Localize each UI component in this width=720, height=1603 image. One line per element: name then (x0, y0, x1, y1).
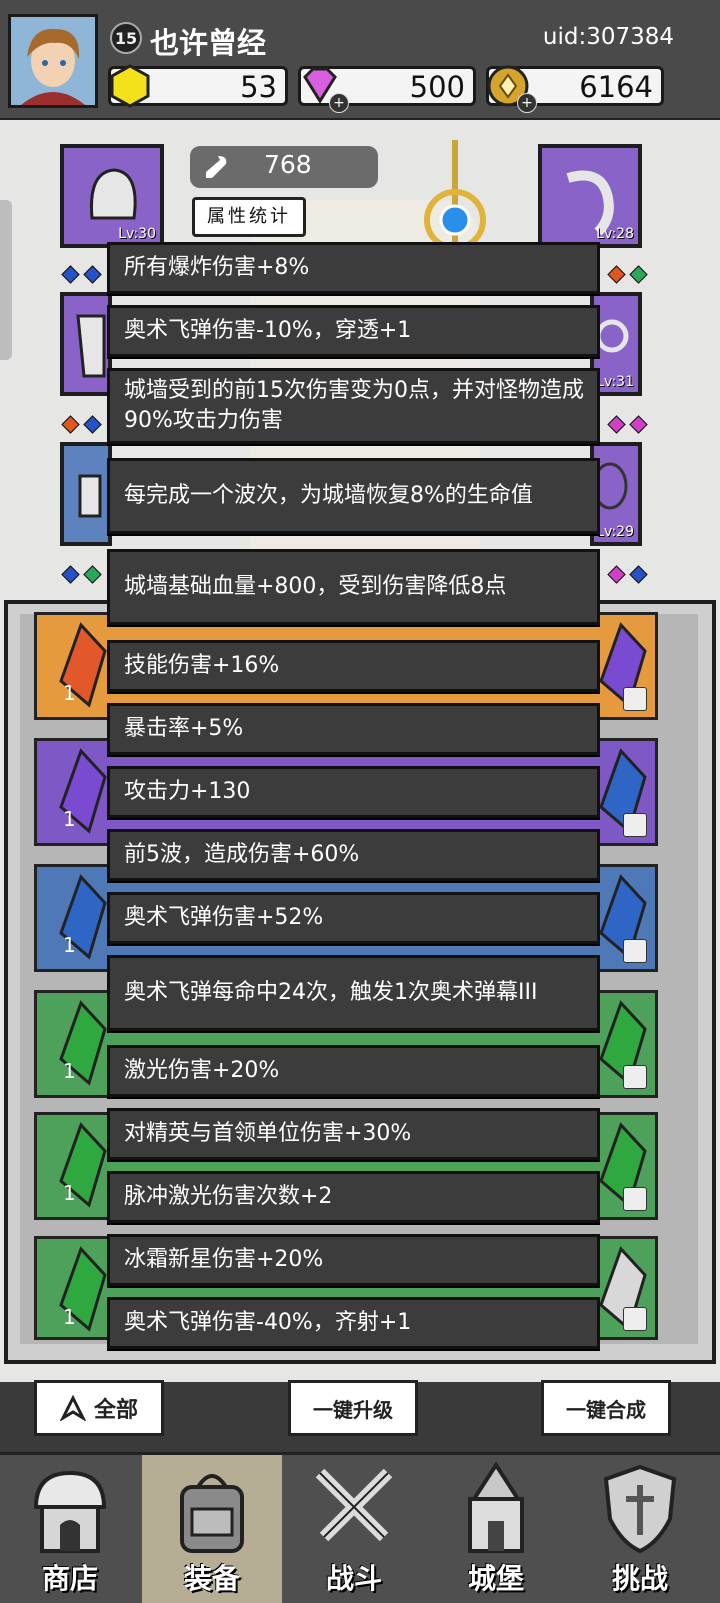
avatar-portrait-icon (11, 17, 95, 105)
power-icon (206, 156, 227, 178)
player-level-badge: 15 (110, 22, 142, 54)
equip-slot-armor[interactable] (60, 292, 112, 396)
tooltip-line: 奥术飞弹每命中24次，触发1次奥术弹幕III (107, 955, 600, 1031)
tooltip-line: 脉冲激光伤害次数+2 (107, 1171, 600, 1223)
item-count: 1 (63, 933, 76, 957)
item-count: 1 (63, 681, 76, 705)
attribute-stats-label: 属性统计 (207, 206, 291, 227)
item-count: 1 (63, 1305, 76, 1329)
tooltip-line: 激光伤害+20% (107, 1045, 600, 1097)
slot-level: Lv:30 (118, 226, 156, 242)
equip-slot-helmet[interactable]: Lv:30 (60, 144, 164, 248)
slot-level: Lv:28 (596, 226, 634, 242)
orange-crystal-icon (59, 622, 107, 708)
add-diamond-icon[interactable]: + (329, 93, 349, 113)
player-avatar[interactable] (8, 14, 98, 108)
bottom-nav: 商店 装备 战斗 城堡 挑战 (0, 1452, 720, 1603)
nav-castle-label: 城堡 (467, 1562, 524, 1595)
purple-crystal-icon (59, 748, 107, 834)
yellow-gem-icon (110, 64, 150, 108)
upgrade-all-button[interactable]: 一键升级 (288, 1380, 418, 1436)
tooltip-line: 奥术飞弹伤害-10%，穿透+1 (107, 305, 600, 357)
ring-type-icon (623, 939, 647, 963)
diamond-counter[interactable]: + 500 (298, 66, 476, 113)
tooltip-line: 城墙基础血量+800，受到伤害降低8点 (107, 549, 600, 625)
tooltip-line: 前5波，造成伤害+60% (107, 829, 600, 881)
combat-power-value: 768 (264, 150, 312, 179)
nav-shop-label: 商店 (41, 1562, 98, 1595)
combat-power: 768 (190, 146, 378, 188)
shop-icon (33, 1470, 107, 1553)
gold-gem-value: 53 (240, 70, 277, 104)
add-coin-icon[interactable]: + (517, 93, 537, 113)
tooltip-line: 奥术飞弹伤害+52% (107, 892, 600, 944)
shield-icon (603, 1464, 677, 1554)
nav-equipment[interactable]: 装备 (142, 1455, 282, 1603)
tooltip-line: 所有爆炸伤害+8% (107, 242, 600, 294)
item-count: 1 (63, 1059, 76, 1083)
top-bar: 15 也许曾经 uid:307384 53 + 500 + 6164 (0, 0, 720, 121)
helmet-type-icon (623, 1187, 647, 1211)
attribute-stats-button[interactable]: 属性统计 (192, 197, 306, 237)
item-count: 1 (63, 807, 76, 831)
coin-counter[interactable]: + 6164 (486, 65, 664, 113)
tooltip-line: 技能伤害+16% (107, 640, 600, 692)
triangle-up-icon (59, 1395, 86, 1421)
coin-value: 6164 (579, 70, 653, 104)
equip-slot-boots[interactable] (60, 442, 112, 546)
boots-type-icon (623, 1065, 647, 1089)
tooltip-line: 城墙受到的前15次伤害变为0点，并对怪物造成90%攻击力伤害 (107, 368, 600, 444)
equip-slot-weapon[interactable]: Lv:28 (538, 144, 642, 248)
ring-type-icon (623, 1307, 647, 1331)
item-count: 1 (63, 1181, 76, 1205)
nav-battle-label: 战斗 (325, 1562, 382, 1595)
nav-castle[interactable]: 城堡 (426, 1455, 566, 1603)
tooltip-line: 奥术飞弹伤害-40%，齐射+1 (107, 1297, 600, 1349)
filter-all-label: 全部 (93, 1398, 138, 1423)
staff-icon (424, 140, 486, 250)
filter-all-button[interactable]: 全部 (34, 1380, 164, 1436)
green-crystal-icon (59, 1122, 107, 1208)
nav-equipment-label: 装备 (183, 1562, 240, 1595)
merge-all-label: 一键合成 (566, 1397, 646, 1422)
upgrade-all-label: 一键升级 (313, 1397, 393, 1422)
nav-challenge[interactable]: 挑战 (570, 1455, 710, 1603)
green-crystal-icon (59, 1000, 107, 1086)
blue-crystal-icon (59, 874, 107, 960)
robe-icon (76, 314, 106, 378)
crossed-swords-icon (315, 1468, 393, 1542)
tooltip-line: 暴击率+5% (107, 703, 600, 755)
green-crystal-icon (59, 1246, 107, 1332)
nav-battle[interactable]: 战斗 (284, 1455, 424, 1603)
slot-level: Lv:29 (596, 524, 634, 540)
nav-shop[interactable]: 商店 (0, 1455, 140, 1603)
tooltip-line: 攻击力+130 (107, 766, 600, 818)
boots-icon (78, 474, 102, 518)
tooltip-line: 冰霜新星伤害+20% (107, 1234, 600, 1286)
tooltip-line: 对精英与首领单位伤害+30% (107, 1108, 600, 1160)
gold-gem-counter: 53 (108, 64, 288, 108)
left-edge-tab (0, 200, 12, 360)
castle-icon (468, 1461, 524, 1553)
backpack-icon (180, 1474, 244, 1553)
slot-level: Lv:31 (596, 374, 634, 390)
tooltip-line: 每完成一个波次，为城墙恢复8%的生命值 (107, 458, 600, 534)
armor-type-icon (623, 813, 647, 837)
player-name: 也许曾经 (150, 26, 267, 60)
nav-challenge-label: 挑战 (611, 1562, 668, 1595)
merge-all-button[interactable]: 一键合成 (541, 1380, 671, 1436)
diamond-value: 500 (409, 70, 465, 104)
ring-type-icon (623, 687, 647, 711)
player-uid: uid:307384 (542, 24, 674, 50)
